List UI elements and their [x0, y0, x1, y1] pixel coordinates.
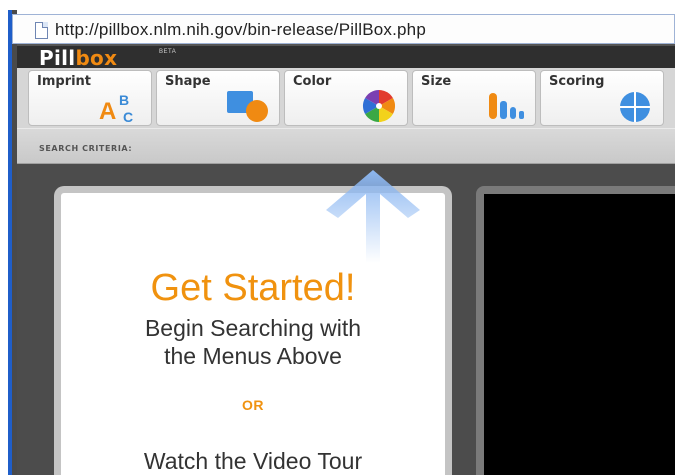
instruction-line-1: Begin Searching with: [144, 315, 362, 341]
video-tour-link[interactable]: Watch the Video Tour: [54, 448, 452, 475]
svg-text:A: A: [99, 98, 116, 123]
search-menu-bar: Imprint A B C Shape Color Size Scoring: [17, 68, 675, 128]
tab-color[interactable]: Color: [284, 70, 408, 126]
browser-window: http://pillbox.nlm.nih.gov/bin-release/P…: [0, 0, 675, 475]
logo-main: Pill: [39, 46, 76, 70]
logo-accent: box: [75, 46, 118, 70]
svg-text:B: B: [119, 92, 129, 108]
tab-shape[interactable]: Shape: [156, 70, 280, 126]
tab-label: Color: [293, 74, 332, 89]
up-arrow-icon: [326, 170, 420, 263]
address-bar[interactable]: http://pillbox.nlm.nih.gov/bin-release/P…: [12, 14, 675, 44]
or-separator: OR: [242, 397, 264, 413]
tab-label: Size: [421, 74, 452, 89]
page-icon: [35, 22, 48, 39]
pillbox-logo[interactable]: Pillbox: [39, 46, 117, 70]
tab-label: Scoring: [549, 74, 605, 89]
get-started-heading: Get Started!: [150, 267, 356, 309]
tab-scoring[interactable]: Scoring: [540, 70, 664, 126]
tab-size[interactable]: Size: [412, 70, 536, 126]
svg-text:C: C: [123, 109, 133, 123]
tab-imprint[interactable]: Imprint A B C: [28, 70, 152, 126]
video-player[interactable]: [484, 194, 675, 475]
tab-label: Imprint: [37, 74, 92, 89]
search-criteria-label: SEARCH CRITERIA:: [39, 144, 133, 153]
url-text[interactable]: http://pillbox.nlm.nih.gov/bin-release/P…: [55, 20, 426, 40]
tab-label: Shape: [165, 74, 211, 89]
size-bars-icon: [489, 93, 524, 119]
app-header: Pillbox BETA: [17, 44, 675, 70]
shape-icon: [227, 91, 268, 122]
beta-tag: BETA: [159, 49, 177, 55]
search-criteria-bar: SEARCH CRITERIA:: [17, 128, 675, 164]
video-tour-panel[interactable]: [476, 186, 675, 475]
scoring-icon: [620, 92, 650, 122]
imprint-abc-icon: A B C: [99, 92, 133, 123]
color-wheel-icon: [362, 89, 396, 123]
instruction-line-2: the Menus Above: [164, 343, 342, 369]
